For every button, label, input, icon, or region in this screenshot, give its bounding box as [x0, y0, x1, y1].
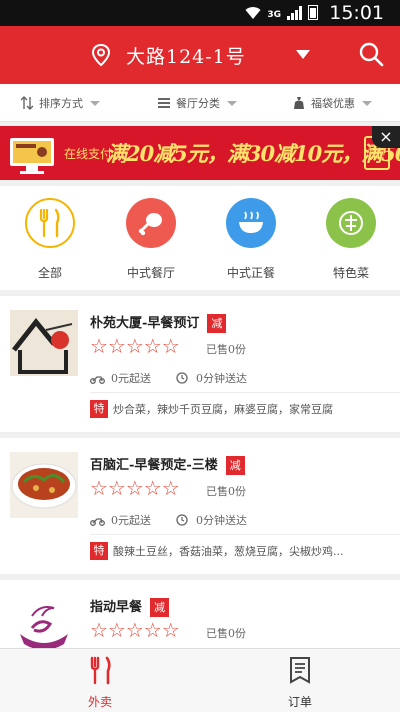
filter-category[interactable]: 餐厅分类	[157, 94, 237, 112]
scooter-icon	[90, 376, 105, 384]
filter-promo-label: 福袋优惠	[311, 97, 355, 110]
battery-icon	[308, 5, 318, 20]
category-chinese-main[interactable]: 中式正餐	[211, 198, 291, 281]
sold-count: 已售0份	[206, 485, 246, 498]
rating-stars: ☆☆☆☆☆	[90, 336, 180, 356]
dishes-text: 炒合菜，辣炒千页豆腐，麻婆豆腐，家常豆腐	[113, 403, 333, 416]
discount-badge: 减	[150, 598, 170, 617]
tab-orders[interactable]: 订单	[240, 655, 360, 710]
address-selector[interactable]: 大路124-1号	[126, 42, 246, 69]
filter-sort-label: 排序方式	[39, 97, 83, 110]
chicken-leg-icon	[126, 198, 176, 248]
rating-stars: ☆☆☆☆☆	[90, 620, 180, 640]
restaurant-name: 朴苑大厦-早餐预订减	[90, 312, 227, 333]
utensils-icon	[25, 198, 75, 248]
category-chinese-restaurant-label: 中式餐厅	[126, 266, 175, 280]
status-bar: 3G 15:01	[0, 0, 400, 26]
dishes-text: 酸辣土豆丝，香菇油菜，葱烧豆腐，尖椒炒鸡...	[113, 545, 344, 558]
special-badge: 特	[90, 542, 108, 560]
discount-badge: 减	[207, 314, 227, 333]
category-chinese-restaurant[interactable]: 中式餐厅	[111, 198, 191, 281]
category-chinese-main-label: 中式正餐	[226, 266, 275, 280]
category-all[interactable]: 全部	[10, 198, 90, 281]
divider	[90, 534, 400, 535]
chevron-down-icon[interactable]	[296, 50, 310, 59]
banner-pay-label: 在线支付	[64, 147, 113, 161]
special-badge: 特	[90, 400, 108, 418]
divider	[90, 392, 400, 393]
location-pin-icon	[91, 43, 111, 67]
restaurant-logo	[10, 452, 78, 518]
min-order: 0元起送	[111, 514, 151, 527]
wifi-icon	[245, 7, 261, 20]
delivery-time: 0分钟送达	[196, 372, 247, 385]
filter-sort[interactable]: 排序方式	[20, 94, 100, 112]
sort-icon	[20, 96, 34, 110]
category-specialty[interactable]: 特色菜	[311, 198, 391, 281]
featured-dishes: 特 炒合菜，辣炒千页豆腐，麻婆豆腐，家常豆腐	[90, 400, 333, 418]
filter-promo[interactable]: 福袋优惠	[292, 94, 372, 112]
banner-offers: 满20减5元，满30减10元，满50减15元	[106, 141, 400, 166]
network-type: 3G	[267, 10, 281, 20]
search-icon[interactable]	[358, 41, 384, 67]
category-bar: 全部 中式餐厅 中式正餐 特色菜	[0, 186, 400, 290]
dropdown-arrow-icon	[362, 100, 372, 106]
min-order: 0元起送	[111, 372, 151, 385]
restaurant-logo	[10, 594, 78, 648]
bottom-nav: 外卖 订单	[0, 648, 400, 712]
special-badge-icon	[326, 198, 376, 248]
close-icon[interactable]: ×	[372, 126, 400, 148]
list-icon	[158, 98, 170, 108]
restaurant-name: 百脑汇-早餐预定-三楼减	[90, 454, 245, 475]
promo-banner[interactable]: 在线支付 满20减5元，满30减10元，满50减15元 特价 ×	[0, 126, 400, 180]
rating-stars-text: ☆☆☆☆☆	[90, 334, 180, 358]
restaurant-name-text: 朴苑大厦-早餐预订	[90, 316, 200, 331]
restaurant-card[interactable]: 百脑汇-早餐预定-三楼减 ☆☆☆☆☆ 已售0份 0元起送 0分钟送达 特 酸辣土…	[0, 438, 400, 574]
gift-bag-icon	[294, 97, 304, 109]
restaurant-name: 指动早餐减	[90, 596, 170, 617]
filter-bar: 排序方式 餐厅分类 福袋优惠	[0, 84, 400, 122]
restaurant-card[interactable]: 指动早餐减 ☆☆☆☆☆ 已售0份	[0, 580, 400, 648]
restaurant-name-text: 百脑汇-早餐预定-三楼	[90, 458, 218, 473]
category-all-label: 全部	[37, 266, 62, 280]
clock-icon	[176, 372, 188, 384]
category-specialty-label: 特色菜	[332, 266, 369, 280]
takeout-icon	[90, 656, 111, 685]
restaurant-card[interactable]: 朴苑大厦-早餐预订减 ☆☆☆☆☆ 已售0份 0元起送 0分钟送达 特 炒合菜，辣…	[0, 296, 400, 432]
rating-stars: ☆☆☆☆☆	[90, 478, 180, 498]
dropdown-arrow-icon	[90, 100, 100, 106]
delivery-meta: 0元起送 0分钟送达	[90, 512, 247, 528]
tab-orders-label: 订单	[287, 695, 312, 709]
filter-category-label: 餐厅分类	[176, 97, 220, 110]
restaurant-logo	[10, 310, 78, 376]
tab-takeout-label: 外卖	[87, 695, 112, 709]
app-header: 大路124-1号	[0, 26, 400, 84]
status-icons: 3G	[245, 5, 318, 20]
clock-icon	[176, 514, 188, 526]
tab-takeout[interactable]: 外卖	[40, 655, 160, 710]
sold-count: 已售0份	[206, 627, 246, 640]
order-icon	[290, 657, 310, 684]
sold-count: 已售0份	[206, 343, 246, 356]
rating-stars-text: ☆☆☆☆☆	[90, 618, 180, 642]
restaurant-name-text: 指动早餐	[90, 600, 143, 615]
rating-stars-text: ☆☆☆☆☆	[90, 476, 180, 500]
status-time: 15:01	[329, 2, 384, 24]
signal-icon	[287, 6, 302, 20]
computer-icon	[10, 138, 54, 174]
discount-badge: 减	[225, 456, 245, 475]
delivery-meta: 0元起送 0分钟送达	[90, 370, 247, 386]
scooter-icon	[90, 518, 105, 526]
bowl-icon	[226, 198, 276, 248]
featured-dishes: 特 酸辣土豆丝，香菇油菜，葱烧豆腐，尖椒炒鸡...	[90, 542, 344, 560]
delivery-time: 0分钟送达	[196, 514, 247, 527]
dropdown-arrow-icon	[227, 100, 237, 106]
